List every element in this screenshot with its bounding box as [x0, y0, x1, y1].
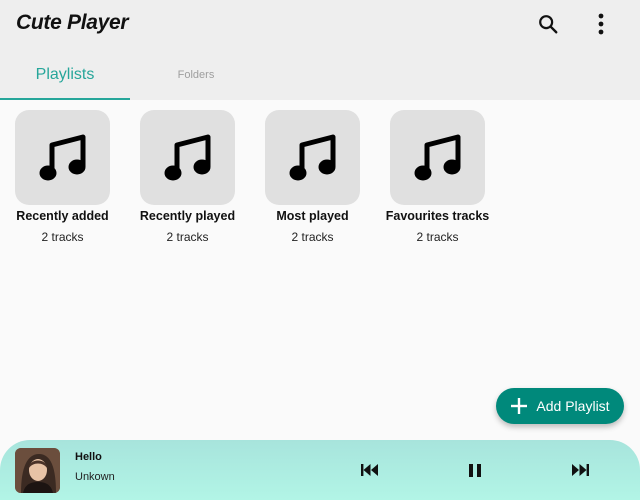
add-playlist-button[interactable]: Add Playlist — [496, 388, 624, 424]
album-art-image — [15, 448, 60, 493]
music-note-icon — [164, 134, 210, 180]
tab-indicator — [0, 98, 130, 100]
app-bar: Cute Player Playlists Folders — [0, 0, 640, 100]
pause-button[interactable] — [463, 458, 487, 482]
tab-playlists[interactable]: Playlists — [0, 50, 130, 100]
next-button[interactable] — [568, 458, 592, 482]
previous-button[interactable] — [358, 458, 382, 482]
playlist-track-count: 2 tracks — [41, 230, 84, 244]
more-options-button[interactable] — [583, 6, 619, 42]
previous-icon — [361, 464, 378, 476]
playlist-name: Recently added — [16, 209, 109, 223]
playlist-thumbnail — [390, 110, 485, 205]
search-button[interactable] — [530, 6, 566, 42]
playlist-card-favourites-tracks[interactable]: Favourites tracks 2 tracks — [375, 110, 500, 250]
now-playing-bar[interactable]: Hello Unkown — [0, 440, 640, 500]
playlist-thumbnail — [15, 110, 110, 205]
music-note-icon — [289, 134, 335, 180]
playlist-track-count: 2 tracks — [416, 230, 459, 244]
next-icon — [572, 464, 589, 476]
tab-folders[interactable]: Folders — [130, 50, 262, 100]
playlist-track-count: 2 tracks — [291, 230, 334, 244]
playlist-thumbnail — [265, 110, 360, 205]
playlist-name: Favourites tracks — [385, 209, 490, 223]
playlist-track-count: 2 tracks — [166, 230, 209, 244]
song-artist: Unkown — [75, 471, 115, 483]
playlist-thumbnail — [140, 110, 235, 205]
playlist-name: Recently played — [139, 209, 236, 223]
search-icon — [539, 15, 558, 34]
add-playlist-label: Add Playlist — [536, 398, 610, 414]
plus-icon — [511, 398, 528, 414]
pause-icon — [469, 463, 481, 477]
music-note-icon — [39, 134, 85, 180]
playlist-card-recently-added[interactable]: Recently added 2 tracks — [0, 110, 125, 250]
playlist-card-most-played[interactable]: Most played 2 tracks — [250, 110, 375, 250]
album-art[interactable] — [15, 448, 60, 493]
app-title: Cute Player — [16, 11, 129, 34]
song-title: Hello — [75, 451, 102, 463]
more-vert-icon — [598, 13, 604, 35]
playlist-card-recently-played[interactable]: Recently played 2 tracks — [125, 110, 250, 250]
music-note-icon — [414, 134, 460, 180]
playlist-grid: Recently added 2 tracks Recently played … — [0, 110, 640, 250]
playlist-name: Most played — [276, 209, 349, 223]
